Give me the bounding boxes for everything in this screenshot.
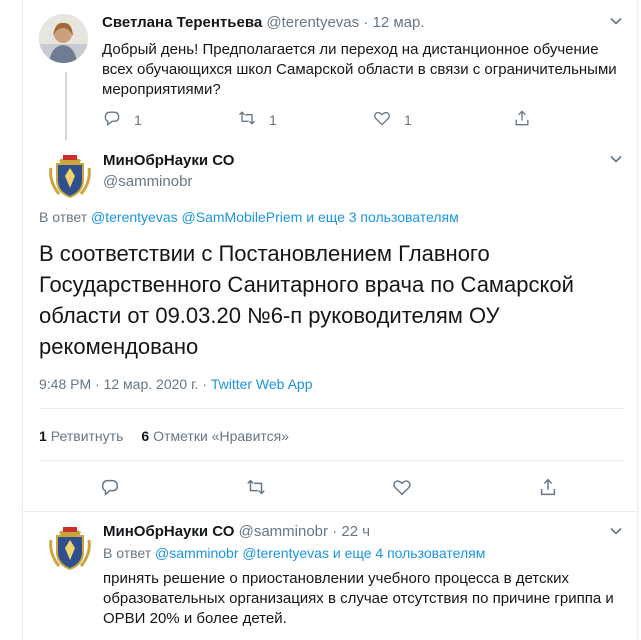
reply-context: В ответ @terentyevas @SamMobilePriem и е…	[39, 209, 459, 225]
tweet-meta: 9:48 PM · 12 мар. 2020 г. · Twitter Web …	[39, 376, 313, 392]
avatar[interactable]	[45, 522, 95, 572]
likes-count[interactable]: 6	[141, 428, 149, 444]
retweet-button[interactable]	[245, 476, 391, 501]
avatar[interactable]	[45, 150, 95, 200]
reply-mention[interactable]: @terentyevas	[91, 209, 178, 225]
like-icon	[372, 108, 392, 131]
retweet-icon	[237, 108, 257, 131]
chevron-down-icon[interactable]	[609, 14, 623, 31]
share-icon	[512, 108, 532, 131]
reply-count: 1	[134, 111, 142, 128]
tweet-header: Светлана Терентьева @terentyevas · 12 ма…	[102, 14, 425, 31]
share-icon	[537, 476, 559, 501]
reply-context: В ответ @samminobr @terentyevas и еще 4 …	[103, 545, 485, 561]
reply-others-link[interactable]: еще 4 пользователям	[345, 545, 486, 561]
reply-button[interactable]	[99, 476, 245, 501]
parent-tweet[interactable]: Светлана Терентьева @terentyevas · 12 ма…	[23, 0, 637, 140]
reply-prefix: В ответ	[103, 545, 152, 561]
retweet-icon	[245, 476, 267, 501]
chevron-down-icon[interactable]	[609, 152, 623, 169]
reply-mention[interactable]: @samminobr	[155, 545, 238, 561]
tweet-stats: 1 Ретвитнуть 6 Отметки «Нравится»	[39, 428, 307, 444]
author-name[interactable]: МинОбрНауки СО	[103, 152, 234, 169]
author-handle[interactable]: @samminobr	[239, 523, 328, 540]
reply-button[interactable]: 1	[102, 108, 237, 131]
chevron-down-icon[interactable]	[609, 524, 623, 541]
reply-and: и	[332, 545, 341, 561]
reply-icon	[102, 108, 122, 131]
reply-mention[interactable]: @terentyevas	[242, 545, 329, 561]
tweet-text: принять решение о приостановлении учебно…	[103, 570, 614, 627]
separator: ·	[363, 14, 369, 31]
tweet-source[interactable]: Twitter Web App	[211, 376, 313, 392]
retweet-count: 1	[269, 111, 277, 128]
author-handle[interactable]: @samminobr	[103, 173, 192, 190]
tweet-time[interactable]: 9:48 PM	[39, 376, 91, 392]
avatar[interactable]	[39, 14, 88, 63]
thread-line	[65, 72, 67, 140]
divider	[39, 460, 623, 461]
tweet-header: МинОбрНауки СО @samminobr · 22 ч	[103, 523, 370, 540]
retweet-button[interactable]: 1	[237, 108, 372, 131]
reply-icon	[99, 476, 121, 501]
reply-mention[interactable]: @SamMobilePriem	[182, 209, 303, 225]
author-name[interactable]: МинОбрНауки СО	[103, 523, 234, 540]
author-handle[interactable]: @terentyevas	[266, 14, 359, 31]
tweet-date[interactable]: 12 мар. 2020 г.	[104, 376, 199, 392]
retweets-count[interactable]: 1	[39, 428, 47, 444]
like-button[interactable]: 1	[372, 108, 512, 131]
retweets-label[interactable]: Ретвитнуть	[51, 428, 124, 444]
separator: ·	[332, 523, 338, 540]
like-count: 1	[404, 111, 412, 128]
focused-tweet: МинОбрНауки СО @samminobr В ответ @teren…	[23, 140, 637, 512]
tweet-time[interactable]: 22 ч	[341, 523, 370, 540]
tweet-actions	[99, 476, 629, 501]
tweet-actions: 1 1 1	[102, 108, 632, 131]
like-button[interactable]	[391, 476, 537, 501]
tweet-time[interactable]: 12 мар.	[373, 14, 425, 31]
like-icon	[391, 476, 413, 501]
tweet-text: Добрый день! Предполагается ли переход н…	[102, 41, 617, 98]
reply-tweet[interactable]: МинОбрНауки СО @samminobr · 22 ч В ответ…	[23, 512, 637, 640]
share-button[interactable]	[537, 476, 559, 501]
reply-and: и	[306, 209, 315, 225]
tweet-feed: Светлана Терентьева @terentyevas · 12 ма…	[22, 0, 638, 640]
likes-label[interactable]: Отметки «Нравится»	[153, 428, 289, 444]
reply-prefix: В ответ	[39, 209, 88, 225]
separator: ·	[95, 376, 100, 392]
divider	[39, 408, 623, 409]
reply-others-link[interactable]: еще 3 пользователям	[318, 209, 459, 225]
share-button[interactable]	[512, 108, 532, 131]
author-name[interactable]: Светлана Терентьева	[102, 14, 262, 31]
separator: ·	[202, 376, 207, 392]
tweet-text: В соответствии с Постановлением Главного…	[39, 241, 574, 359]
